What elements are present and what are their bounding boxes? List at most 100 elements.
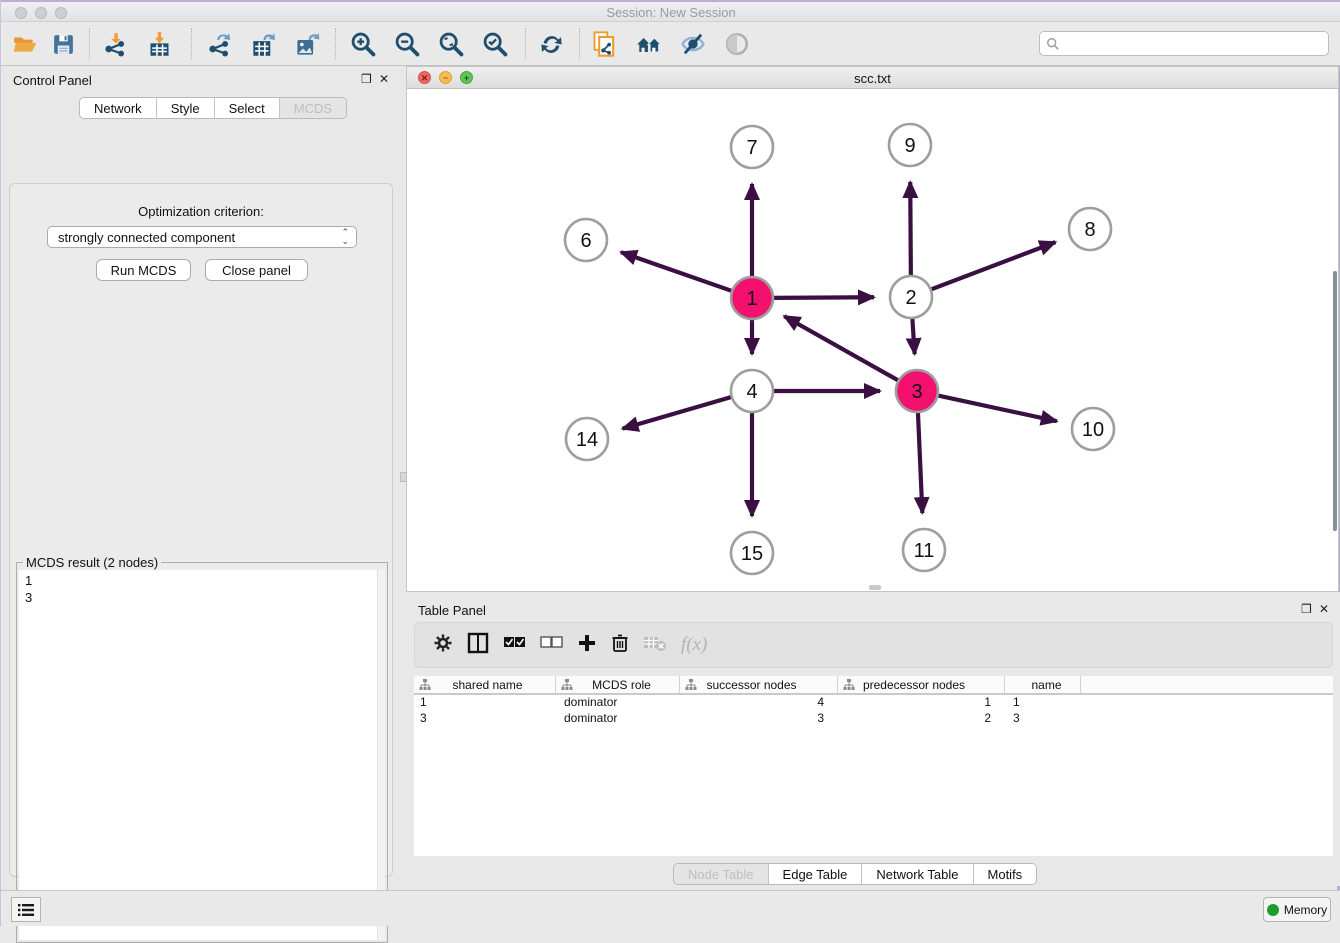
tab-edge-table[interactable]: Edge Table <box>769 864 863 885</box>
edge-2-8[interactable] <box>931 242 1056 289</box>
chevron-up-down-icon: ⌃⌄ <box>341 228 349 246</box>
zoom-out-icon[interactable] <box>393 30 421 58</box>
node-label-10: 10 <box>1082 419 1104 441</box>
node-label-9: 9 <box>904 135 915 157</box>
search-box[interactable] <box>1039 31 1329 56</box>
table-panel: Table Panel ❒ ✕ f(x) share <box>406 592 1340 886</box>
panel-splitter-handle[interactable] <box>400 472 407 482</box>
column-header-name[interactable]: name <box>1005 676 1081 693</box>
import-table-icon[interactable] <box>145 30 173 58</box>
network-horizontal-scrollbar[interactable] <box>869 585 881 590</box>
memory-button[interactable]: Memory <box>1263 897 1331 922</box>
edge-2-9[interactable] <box>910 182 911 276</box>
network-vertical-scrollbar[interactable] <box>1333 271 1337 531</box>
table-cell[interactable]: 4 <box>680 695 838 711</box>
toolbar-separator <box>191 28 192 60</box>
main-toolbar <box>1 22 1340 66</box>
edge-2-3[interactable] <box>912 318 914 354</box>
edge-1-2[interactable] <box>773 297 874 298</box>
refresh-icon[interactable] <box>537 30 565 58</box>
column-header-mcds-role[interactable]: MCDS role <box>556 676 680 693</box>
status-bar: Memory <box>1 890 1340 926</box>
node-label-15: 15 <box>741 543 763 565</box>
table-cell[interactable]: 3 <box>680 711 838 727</box>
close-panel-button[interactable]: Close panel <box>205 259 308 281</box>
export-network-icon[interactable] <box>205 30 233 58</box>
hide-selected-icon[interactable] <box>679 30 707 58</box>
table-cell[interactable]: 1 <box>414 695 556 711</box>
export-table-icon[interactable] <box>249 30 277 58</box>
tab-network[interactable]: Network <box>80 98 157 119</box>
add-column-icon[interactable] <box>577 633 597 658</box>
table-cell[interactable]: 3 <box>1005 711 1081 727</box>
node-table[interactable]: shared name MCDS role successor nodes pr… <box>414 676 1333 856</box>
search-input[interactable] <box>1060 37 1328 51</box>
table-cell[interactable]: 3 <box>414 711 556 727</box>
mcds-result-groupbox: MCDS result (2 nodes) 1 3 <box>16 562 388 943</box>
tab-network-table[interactable]: Network Table <box>862 864 973 885</box>
select-all-columns-icon[interactable] <box>503 636 526 655</box>
node-label-11: 11 <box>914 540 935 562</box>
float-table-panel-icon[interactable]: ❒ <box>1301 603 1312 615</box>
close-panel-icon[interactable]: ✕ <box>379 73 389 85</box>
toolbar-separator <box>579 28 580 60</box>
tab-node-table[interactable]: Node Table <box>674 864 769 885</box>
delete-column-icon[interactable] <box>611 633 629 658</box>
tab-select[interactable]: Select <box>215 98 280 119</box>
edge-3-11[interactable] <box>918 412 922 513</box>
network-view-window: ✕ − + scc.txt 7968124314101511 <box>406 66 1339 592</box>
node-label-1: 1 <box>746 288 757 310</box>
zoom-in-icon[interactable] <box>349 30 377 58</box>
control-panel-title: Control Panel <box>13 73 92 88</box>
table-row[interactable]: 1dominator411 <box>414 695 1333 711</box>
result-scrollbar[interactable] <box>377 570 385 940</box>
zoom-selected-icon[interactable] <box>481 30 509 58</box>
edge-3-1[interactable] <box>784 316 898 381</box>
table-cell[interactable]: 1 <box>1005 695 1081 711</box>
close-table-panel-icon[interactable]: ✕ <box>1319 603 1329 615</box>
criterion-dropdown[interactable]: strongly connected component ⌃⌄ <box>47 226 357 248</box>
float-panel-icon[interactable]: ❒ <box>361 73 372 85</box>
table-panel-title: Table Panel <box>418 603 486 618</box>
search-icon <box>1046 37 1060 51</box>
new-network-from-selection-icon[interactable] <box>591 30 619 58</box>
table-cell[interactable]: dominator <box>556 711 680 727</box>
column-header-predecessor-nodes[interactable]: predecessor nodes <box>838 676 1005 693</box>
table-body[interactable]: 1dominator4113dominator323 <box>414 695 1333 727</box>
toggle-column-panel-icon[interactable] <box>467 632 489 659</box>
task-history-button[interactable] <box>11 897 41 922</box>
table-cell[interactable]: 1 <box>838 695 1005 711</box>
network-canvas[interactable]: 7968124314101511 <box>407 89 1338 591</box>
tab-style[interactable]: Style <box>157 98 215 119</box>
import-network-icon[interactable] <box>101 30 129 58</box>
table-row[interactable]: 3dominator323 <box>414 711 1333 727</box>
attribute-icon <box>561 679 573 691</box>
tab-mcds[interactable]: MCDS <box>280 98 346 119</box>
column-header-shared-name[interactable]: shared name <box>414 676 556 693</box>
mcds-result-textarea[interactable]: 1 3 <box>19 570 385 940</box>
export-image-icon[interactable] <box>293 30 321 58</box>
table-cell[interactable]: dominator <box>556 695 680 711</box>
node-label-14: 14 <box>576 429 598 451</box>
edge-3-10[interactable] <box>938 395 1057 421</box>
edge-4-14[interactable] <box>623 397 732 429</box>
list-icon <box>18 903 34 917</box>
first-neighbors-icon[interactable] <box>635 30 663 58</box>
table-cell[interactable]: 2 <box>838 711 1005 727</box>
mcds-panel-body: Optimization criterion: strongly connect… <box>9 183 393 877</box>
window-title: Session: New Session <box>1 5 1340 20</box>
column-header-successor-nodes[interactable]: successor nodes <box>680 676 838 693</box>
zoom-fit-icon[interactable] <box>437 30 465 58</box>
run-mcds-button[interactable]: Run MCDS <box>96 259 191 281</box>
edge-1-6[interactable] <box>621 252 732 291</box>
deselect-all-columns-icon[interactable] <box>540 636 563 655</box>
tab-motifs[interactable]: Motifs <box>974 864 1037 885</box>
network-window-titlebar[interactable]: ✕ − + scc.txt <box>407 67 1338 89</box>
table-header-row: shared name MCDS role successor nodes pr… <box>414 676 1333 695</box>
network-graph[interactable]: 7968124314101511 <box>407 89 1338 591</box>
save-session-icon[interactable] <box>49 30 77 58</box>
column-settings-icon[interactable] <box>433 633 453 658</box>
memory-status-icon <box>1267 904 1279 916</box>
window-titlebar: Session: New Session <box>1 0 1340 22</box>
open-session-icon[interactable] <box>11 30 39 58</box>
